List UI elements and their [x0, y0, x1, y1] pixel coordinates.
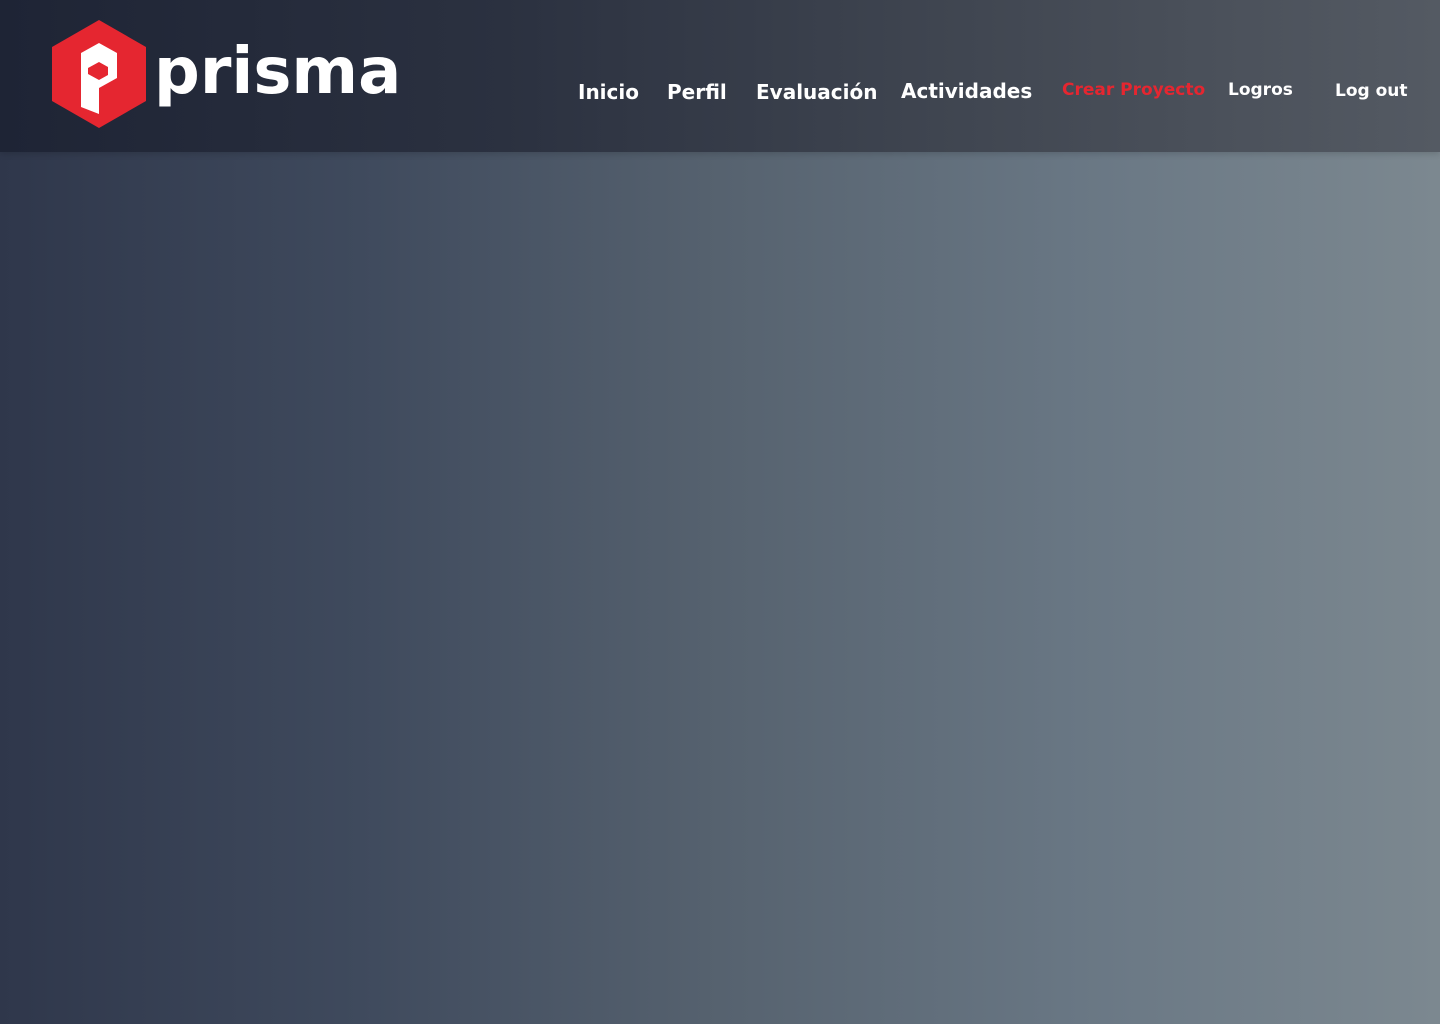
main-nav: Inicio Perfil Evaluación Actividades Cre… — [0, 0, 1440, 152]
nav-item-logros[interactable]: Logros — [1228, 80, 1293, 100]
page: prisma Inicio Perfil Evaluación Activida… — [0, 0, 1440, 1024]
nav-item-log-out[interactable]: Log out — [1335, 81, 1408, 101]
nav-item-evaluacion[interactable]: Evaluación — [756, 80, 877, 104]
top-navbar: prisma Inicio Perfil Evaluación Activida… — [0, 0, 1440, 152]
main-content-area — [0, 152, 1440, 1024]
nav-item-perfil[interactable]: Perfil — [667, 80, 727, 104]
nav-item-inicio[interactable]: Inicio — [578, 80, 639, 104]
nav-item-crear-proyecto[interactable]: Crear Proyecto — [1062, 80, 1205, 100]
nav-item-actividades[interactable]: Actividades — [901, 79, 1032, 103]
